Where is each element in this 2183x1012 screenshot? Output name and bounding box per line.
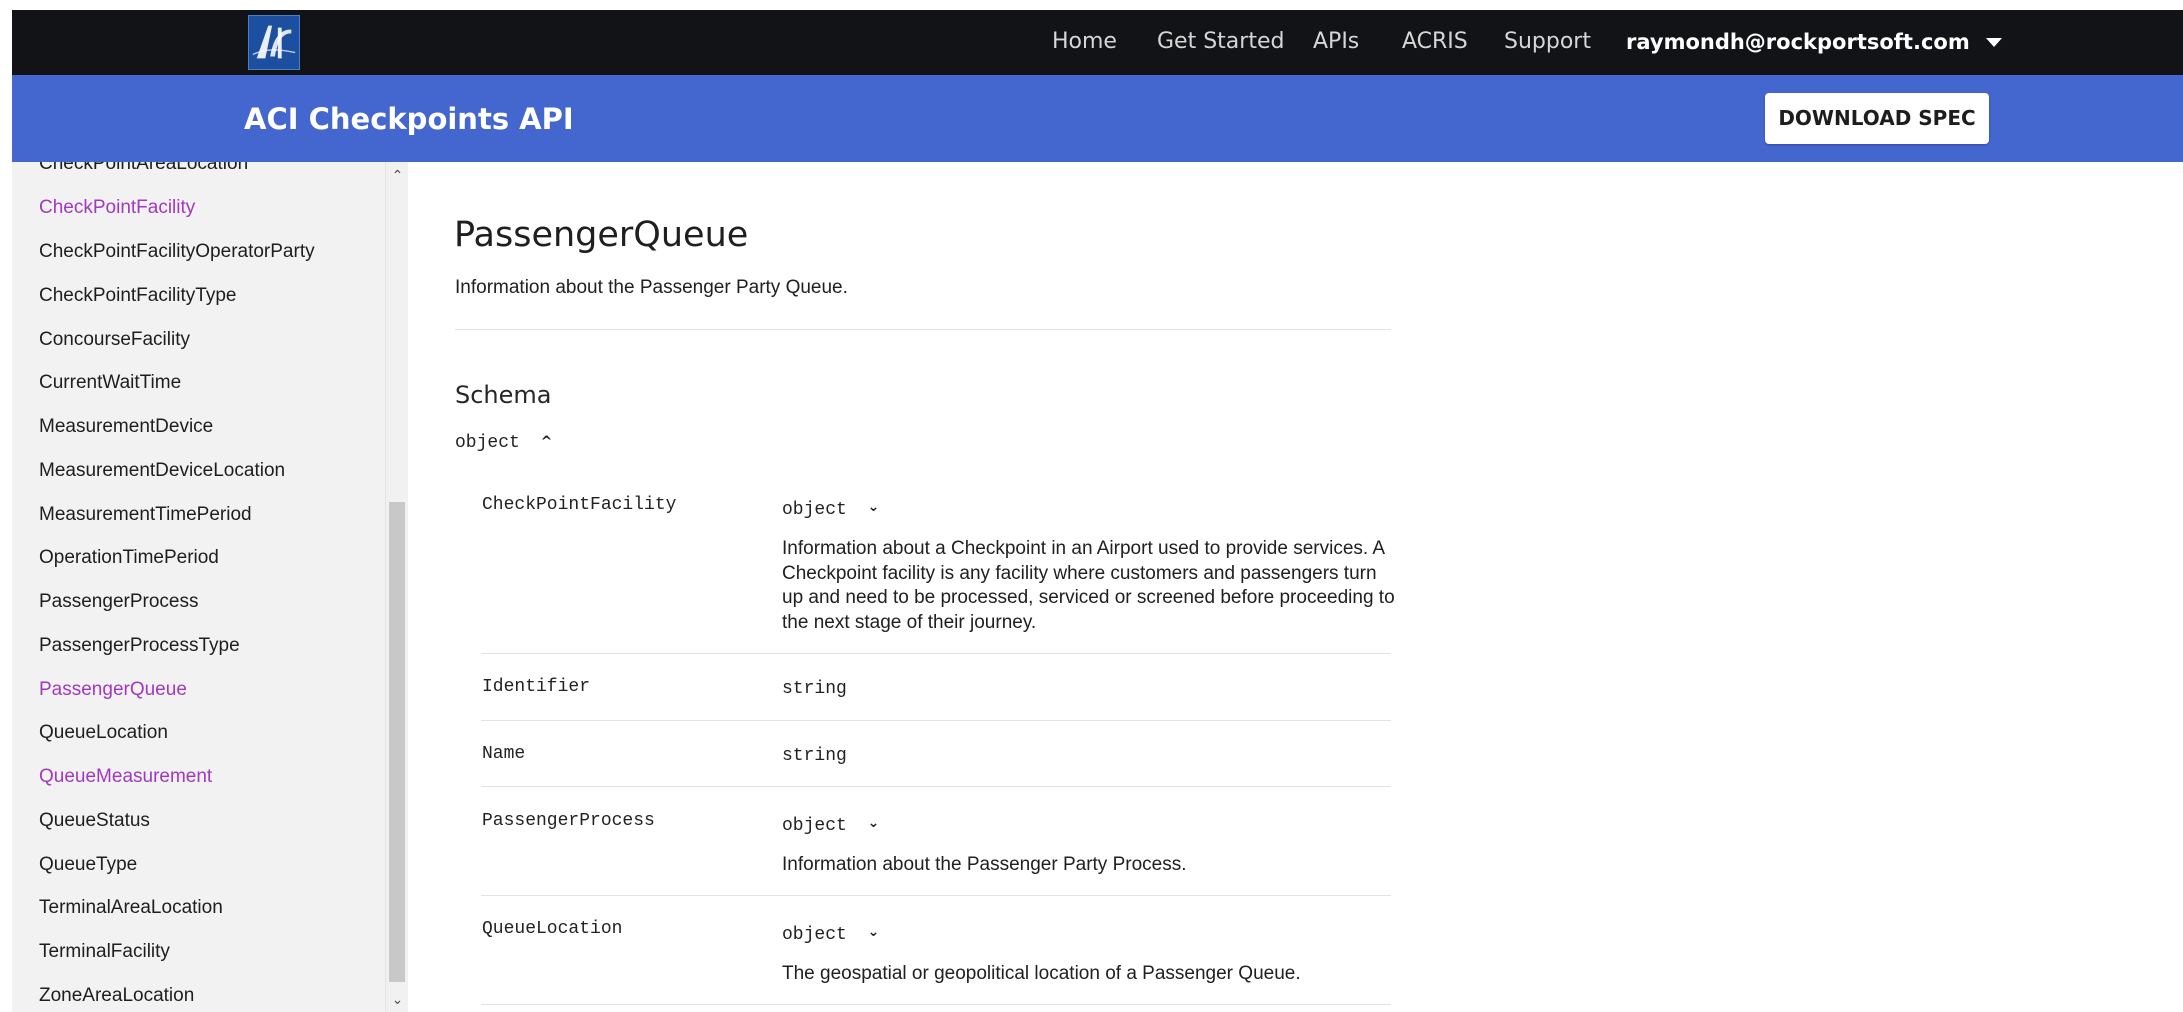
nav-get-started-link[interactable]: Get Started — [1157, 28, 1284, 56]
property-description: The geospatial or geopolitical location … — [782, 963, 1301, 984]
property-description: Information about the Passenger Party Pr… — [782, 854, 1187, 875]
property-type: object — [782, 500, 847, 520]
sidebar-item-passengerprocess[interactable]: PassengerProcess — [39, 590, 198, 614]
property-name: PassengerProcess — [482, 811, 655, 831]
row-divider — [481, 786, 1391, 787]
sidebar-item-terminalfacility[interactable]: TerminalFacility — [39, 940, 170, 964]
property-type-toggle[interactable]: object ⌄ — [782, 921, 879, 946]
chevron-up-icon: ^ — [540, 434, 553, 450]
sidebar-item-measurementdevice[interactable]: MeasurementDevice — [39, 415, 213, 439]
chevron-down-icon: ⌄ — [867, 499, 880, 515]
download-spec-button[interactable]: DOWNLOAD SPEC — [1765, 93, 1989, 144]
schema-type-toggle[interactable]: object ^ — [455, 431, 552, 454]
divider — [455, 329, 1391, 330]
property-description: Information about a Checkpoint in an Air… — [782, 538, 1395, 633]
nav-home-link[interactable]: Home — [1052, 28, 1117, 56]
sidebar-item-passengerqueue[interactable]: PassengerQueue — [39, 678, 187, 702]
property-name: Name — [482, 744, 526, 764]
row-divider — [481, 1004, 1391, 1005]
chevron-down-icon: ⌄ — [867, 924, 880, 940]
property-type-toggle[interactable]: object ⌄ — [782, 496, 879, 521]
property-type: object — [782, 925, 847, 945]
chevron-down-icon: ⌄ — [867, 815, 880, 831]
top-navbar: Home Get Started APIs ACRIS Support raym… — [12, 10, 2183, 75]
nav-acris-link[interactable]: ACRIS — [1402, 28, 1468, 56]
sidebar-item-measurementtimeperiod[interactable]: MeasurementTimePeriod — [39, 503, 252, 527]
nav-support-link[interactable]: Support — [1504, 28, 1591, 56]
caret-down-icon — [1985, 37, 2002, 47]
sidebar-item-terminalarealocation[interactable]: TerminalAreaLocation — [39, 896, 223, 920]
sidebar-item-queuemeasurement[interactable]: QueueMeasurement — [39, 765, 212, 789]
sidebar-item-queuestatus[interactable]: QueueStatus — [39, 809, 150, 833]
property-type: string — [782, 746, 847, 766]
row-divider — [481, 895, 1391, 896]
api-title: ACI Checkpoints API — [244, 102, 574, 136]
scrollbar-thumb[interactable] — [389, 502, 405, 982]
sidebar-item-concoursefacility[interactable]: ConcourseFacility — [39, 328, 190, 352]
scroll-down-icon[interactable]: ⌄ — [386, 988, 409, 1010]
property-type: object — [782, 816, 847, 836]
sidebar-item-queuetype[interactable]: QueueType — [39, 853, 137, 877]
sidebar-item-checkpointfacilityoperatorparty[interactable]: CheckPointFacilityOperatorParty — [39, 240, 315, 264]
property-name: Identifier — [482, 677, 591, 697]
api-header: ACI Checkpoints API DOWNLOAD SPEC — [12, 75, 2183, 162]
row-divider — [481, 653, 1391, 654]
page-frame: Home Get Started APIs ACRIS Support raym… — [0, 0, 2183, 1012]
sidebar-item-currentwaittime[interactable]: CurrentWaitTime — [39, 371, 181, 395]
page-title: PassengerQueue — [454, 215, 749, 255]
sidebar-item-checkpointfacility[interactable]: CheckPointFacility — [39, 196, 195, 220]
user-menu[interactable]: raymondh@rockportsoft.com — [1626, 28, 2002, 56]
page-description: Information about the Passenger Party Qu… — [455, 277, 848, 298]
sidebar-item-queuelocation[interactable]: QueueLocation — [39, 721, 168, 745]
property-type-toggle[interactable]: object ⌄ — [782, 812, 879, 837]
property-name: CheckPointFacility — [482, 495, 677, 515]
sidebar-item-zonearealocation[interactable]: ZoneAreaLocation — [39, 984, 194, 1008]
sidebar-item-measurementdevicelocation[interactable]: MeasurementDeviceLocation — [39, 459, 285, 483]
sidebar-item-operationtimeperiod[interactable]: OperationTimePeriod — [39, 546, 219, 570]
schema-type-label: object — [455, 433, 520, 453]
nav-apis-link[interactable]: APIs — [1313, 28, 1359, 56]
sidebar-item-checkpointfacilitytype[interactable]: CheckPointFacilityType — [39, 284, 236, 308]
aci-logo-icon[interactable] — [248, 15, 300, 70]
user-email: raymondh@rockportsoft.com — [1626, 30, 1970, 54]
property-type: string — [782, 679, 847, 699]
row-divider — [481, 720, 1391, 721]
scroll-up-icon[interactable]: ⌃ — [386, 164, 409, 186]
sidebar-item-checkpointarealocation[interactable]: CheckPointAreaLocation — [39, 162, 248, 176]
schema-heading: Schema — [455, 381, 552, 409]
property-name: QueueLocation — [482, 919, 623, 939]
sidebar-item-passengerprocesstype[interactable]: PassengerProcessType — [39, 634, 240, 658]
sidebar-scrollbar[interactable]: ⌃ ⌄ — [385, 162, 408, 1012]
sidebar: CheckPointAreaLocation CheckPointFacilit… — [12, 162, 385, 1012]
